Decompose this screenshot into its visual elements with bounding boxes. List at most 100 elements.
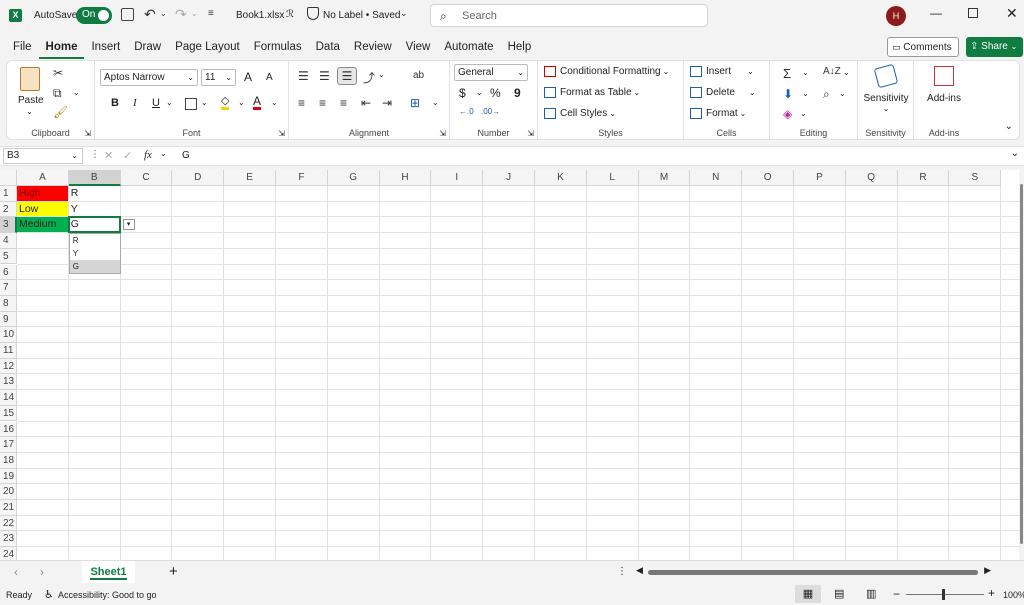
row-header[interactable]: 16 [0, 421, 17, 438]
row-header[interactable]: 17 [0, 437, 17, 453]
normal-view-icon[interactable]: ▦ [795, 585, 821, 603]
tab-insert[interactable]: Insert [84, 35, 127, 59]
zoom-slider-thumb[interactable] [942, 589, 945, 600]
row-header[interactable]: 21 [0, 500, 17, 516]
borders-dropdown-icon[interactable]: ⌄ [201, 98, 208, 107]
column-header[interactable]: F [276, 170, 328, 186]
dropdown-option[interactable]: Y [70, 247, 120, 260]
label-dropdown-icon[interactable]: ⌄ [400, 8, 408, 19]
zoom-in-icon[interactable]: + [988, 586, 995, 600]
search-box[interactable]: ⌕ Search [430, 4, 708, 27]
filename[interactable]: Book1.xlsx [236, 10, 284, 21]
currency-button[interactable]: $ [459, 86, 466, 100]
sensitivity-button[interactable]: Sensitivity ⌄ [860, 63, 912, 118]
horizontal-scrollbar[interactable]: ◀ ▶ [636, 565, 991, 577]
select-all-corner[interactable] [0, 170, 17, 186]
next-sheet-icon[interactable]: › [40, 565, 44, 579]
conditional-formatting-button[interactable]: Conditional Formatting ⌄ [544, 66, 669, 77]
find-select-icon[interactable]: ⌕ [823, 87, 830, 102]
align-left-icon[interactable]: ≡ [298, 96, 305, 110]
cell-b3[interactable]: G [69, 217, 120, 232]
tab-automate[interactable]: Automate [437, 35, 500, 59]
minimize-button[interactable]: — [930, 6, 942, 20]
row-header[interactable]: 23 [0, 531, 17, 548]
row-header[interactable]: 8 [0, 295, 17, 312]
font-name-select[interactable]: Aptos Narrow ⌄ [100, 69, 198, 86]
font-size-select[interactable]: 11 ⌄ [201, 69, 236, 86]
orientation-dropdown-icon[interactable]: ⌄ [378, 70, 385, 79]
column-header[interactable]: H [379, 170, 432, 186]
row-header[interactable]: 14 [0, 390, 17, 406]
close-button[interactable]: ✕ [1006, 5, 1018, 22]
tab-view[interactable]: View [399, 35, 438, 59]
row-header[interactable]: 19 [0, 468, 17, 485]
cell-a1[interactable]: High [17, 186, 68, 201]
paste-button[interactable]: Paste ⌄ [12, 65, 48, 121]
fx-dropdown-icon[interactable]: ⌄ [160, 149, 167, 158]
comma-button[interactable]: 9 [514, 86, 521, 100]
row-header[interactable]: 4 [0, 233, 17, 249]
zoom-out-icon[interactable]: − [893, 587, 900, 601]
cancel-icon[interactable]: ✕ [104, 149, 113, 162]
accessibility-status[interactable]: Accessibility: Good to go [58, 590, 157, 600]
dialog-launcher-icon[interactable]: ⇲ [84, 129, 91, 138]
add-sheet-button[interactable]: + [169, 563, 178, 580]
number-format-select[interactable]: General ⌄ [454, 64, 528, 81]
format-as-table-button[interactable]: Format as Table ⌄ [544, 87, 640, 98]
save-icon[interactable] [121, 8, 134, 21]
comments-button[interactable]: ▭ Comments [887, 37, 959, 57]
merge-center-icon[interactable]: ⊞ [410, 96, 420, 110]
tab-page-layout[interactable]: Page Layout [168, 35, 247, 59]
customize-qat-icon[interactable]: ≡ [208, 8, 214, 19]
row-header[interactable]: 2 [0, 201, 17, 218]
restore-button[interactable] [968, 8, 978, 18]
row-header[interactable]: 6 [0, 264, 17, 281]
row-header[interactable]: 18 [0, 452, 17, 469]
column-header[interactable]: Q [845, 170, 898, 186]
undo-dropdown-icon[interactable]: ⌄ [160, 9, 167, 18]
dropdown-option[interactable]: G [69, 260, 120, 274]
user-avatar[interactable]: H [886, 6, 906, 26]
row-header[interactable]: 10 [0, 327, 17, 343]
row-header[interactable]: 5 [0, 248, 17, 265]
align-center-icon[interactable]: ≡ [319, 96, 326, 110]
cell-b2[interactable]: Y [69, 202, 120, 217]
dropdown-option[interactable]: R [70, 234, 120, 247]
cut-icon[interactable]: ✂ [53, 66, 63, 80]
addins-button[interactable]: Add-ins [918, 64, 970, 118]
page-break-view-icon[interactable]: ▥ [866, 587, 876, 600]
scroll-right-icon[interactable]: ▶ [984, 565, 991, 576]
column-header[interactable]: D [172, 170, 225, 186]
row-header[interactable]: 11 [0, 343, 17, 359]
autosave-toggle[interactable]: On [76, 7, 112, 24]
copy-dropdown-icon[interactable]: ⌄ [73, 88, 80, 97]
wrap-text-icon[interactable]: ab [413, 70, 424, 81]
underline-dropdown-icon[interactable]: ⌄ [166, 98, 173, 107]
page-layout-view-icon[interactable]: ▤ [834, 587, 844, 600]
tab-review[interactable]: Review [347, 35, 399, 59]
sheet-tab-sheet1[interactable]: Sheet1 [82, 561, 135, 583]
increase-indent-icon[interactable]: ⇥ [382, 96, 392, 110]
dialog-launcher-icon[interactable]: ⇲ [527, 129, 534, 138]
tab-home[interactable]: Home [38, 35, 85, 59]
row-header[interactable]: 15 [0, 405, 17, 422]
scrollbar-thumb[interactable] [648, 570, 978, 575]
cell-a3[interactable]: Medium [17, 217, 68, 233]
dialog-launcher-icon[interactable]: ⇲ [439, 129, 446, 138]
delete-cells-button[interactable]: Delete ⌄ [690, 87, 756, 98]
column-header[interactable]: M [638, 170, 691, 186]
column-header[interactable]: I [431, 170, 484, 186]
row-header[interactable]: 1 [0, 186, 17, 202]
autosum-icon[interactable]: Σ [783, 66, 791, 81]
merge-dropdown-icon[interactable]: ⌄ [432, 98, 439, 107]
column-header[interactable]: L [586, 170, 639, 186]
font-color-dropdown-icon[interactable]: ⌄ [271, 98, 278, 107]
share-button[interactable]: ⇪ Share ⌄ [966, 37, 1023, 57]
italic-button[interactable]: I [133, 97, 137, 109]
column-header[interactable]: P [794, 170, 846, 186]
column-header[interactable]: O [742, 170, 794, 186]
formula-input[interactable]: G [182, 150, 190, 161]
sort-dropdown-icon[interactable]: ⌄ [843, 68, 850, 77]
prev-sheet-icon[interactable]: ‹ [14, 565, 18, 579]
enter-icon[interactable]: ✓ [123, 149, 132, 162]
